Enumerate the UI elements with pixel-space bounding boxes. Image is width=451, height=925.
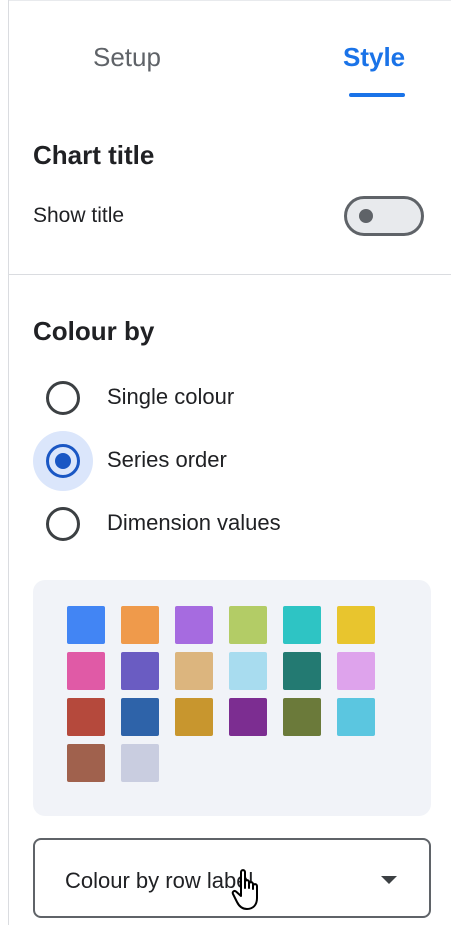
- hand-pointer-icon: [231, 869, 258, 910]
- chart-title-heading: Chart title: [33, 140, 155, 170]
- radio-button[interactable]: [46, 507, 80, 541]
- radio-label: Dimension values: [107, 510, 281, 535]
- colour-swatch[interactable]: [121, 652, 159, 690]
- colour-swatch[interactable]: [229, 606, 267, 644]
- colour-swatch[interactable]: [67, 652, 105, 690]
- tab-setup[interactable]: Setup: [93, 42, 161, 73]
- chart-style-panel: Setup Style Chart title Show title Colou…: [8, 0, 451, 925]
- show-title-label: Show title: [33, 204, 125, 227]
- radio-button-selected[interactable]: [46, 444, 80, 478]
- colour-swatch[interactable]: [337, 652, 375, 690]
- radio-dot: [55, 453, 71, 469]
- colour-swatch[interactable]: [283, 698, 321, 736]
- colour-swatch[interactable]: [67, 744, 105, 782]
- colour-swatch[interactable]: [229, 652, 267, 690]
- colour-swatch[interactable]: [283, 606, 321, 644]
- colour-palette: [33, 580, 431, 816]
- tab-style[interactable]: Style: [343, 42, 405, 73]
- radio-button[interactable]: [46, 381, 80, 415]
- radio-series-order[interactable]: Series order: [33, 431, 433, 491]
- radio-dimension-values[interactable]: Dimension values: [33, 494, 433, 554]
- toggle-knob: [359, 209, 373, 223]
- colour-swatch[interactable]: [121, 606, 159, 644]
- colour-swatch[interactable]: [283, 652, 321, 690]
- section-divider: [9, 274, 451, 275]
- active-tab-indicator: [349, 93, 405, 97]
- colour-swatch[interactable]: [229, 698, 267, 736]
- tab-bar: Setup Style: [9, 28, 451, 98]
- dropdown-value: Colour by row label: [65, 868, 254, 893]
- show-title-toggle[interactable]: [344, 196, 424, 236]
- colour-swatch[interactable]: [175, 698, 213, 736]
- colour-swatch[interactable]: [121, 698, 159, 736]
- top-divider: [9, 0, 451, 1]
- radio-single-colour[interactable]: Single colour: [33, 368, 433, 428]
- radio-label: Series order: [107, 447, 227, 472]
- colour-swatch[interactable]: [337, 606, 375, 644]
- colour-swatch[interactable]: [175, 606, 213, 644]
- colour-swatch[interactable]: [337, 698, 375, 736]
- colour-by-heading: Colour by: [33, 316, 155, 346]
- colour-swatch[interactable]: [67, 606, 105, 644]
- colour-swatch[interactable]: [175, 652, 213, 690]
- radio-label: Single colour: [107, 384, 235, 409]
- colour-swatch[interactable]: [67, 698, 105, 736]
- caret-down-icon: [381, 876, 397, 884]
- colour-swatch[interactable]: [121, 744, 159, 782]
